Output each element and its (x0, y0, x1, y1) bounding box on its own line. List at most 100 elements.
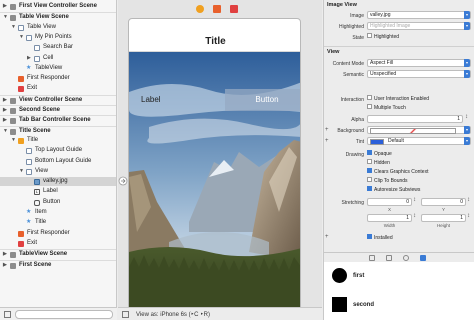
outline-item-title[interactable]: ▼ Title (0, 136, 116, 145)
outline-item-exit[interactable]: Exit (0, 239, 116, 248)
outline-item-table-view-scene[interactable]: ▼ Table View Scene (0, 12, 116, 22)
toggle-panel-icon[interactable] (122, 311, 129, 318)
outline-item-label: Button (43, 198, 61, 205)
disclosure-expanded-icon[interactable]: ▼ (19, 33, 24, 42)
tint-popup[interactable]: Default ▾ (367, 137, 471, 145)
outline-item-tableview[interactable]: ★ TableView (0, 64, 116, 73)
outline-item-first-view-controller-scene[interactable]: ▶ First View Controller Scene (0, 2, 116, 11)
multiple-touch-checkbox[interactable]: Multiple Touch (367, 104, 406, 111)
exit-icon[interactable] (230, 5, 238, 13)
state-highlighted-checkbox[interactable]: Highlighted (367, 33, 399, 40)
view-as-device[interactable]: View as: iPhone 6s (‣C ‣R) (136, 311, 210, 318)
hidden-checkbox[interactable]: Hidden (367, 159, 390, 166)
disclosure-expanded-icon[interactable]: ▼ (3, 13, 8, 22)
outline-item-search-bar[interactable]: Search Bar (0, 43, 116, 52)
view-icon (26, 148, 32, 155)
outline-item-my-pin-points[interactable]: ▼ My Pin Points (0, 33, 116, 42)
label-view[interactable]: Label (141, 95, 161, 104)
disclosure-expanded-icon[interactable]: ▼ (3, 127, 8, 136)
disclosure-expanded-icon[interactable]: ▼ (11, 23, 16, 32)
outline-item-title[interactable]: ★ Title (0, 218, 116, 227)
disclosure-collapsed-icon[interactable]: ▶ (3, 250, 7, 259)
outline-item-tab-bar-controller-scene[interactable]: ▶ Tab Bar Controller Scene (0, 115, 116, 125)
disclosure-collapsed-icon[interactable]: ▶ (3, 96, 7, 105)
outline-item-item[interactable]: ★ Item (0, 208, 116, 217)
scene-resize-handle[interactable] (118, 176, 128, 186)
outline-item-label: Label (43, 188, 58, 195)
outline-item-label: Item (35, 209, 47, 215)
drawing-label: Drawing (345, 152, 364, 158)
scene-view[interactable]: Title Label Button (128, 18, 301, 307)
image-view-icon (34, 179, 40, 186)
disclosure-expanded-icon[interactable]: ▼ (11, 136, 16, 145)
outline-item-button[interactable]: Button (0, 198, 116, 207)
outline-item-label: Bottom Layout Guide (35, 157, 92, 164)
library-item-first[interactable]: first (324, 262, 474, 291)
highlighted-image-popup[interactable]: Highlighted Image ▾ (367, 22, 471, 30)
outline-item-title-scene[interactable]: ▼ Title Scene (0, 125, 116, 136)
content-mode-label: Content Mode (332, 61, 364, 67)
outline-item-label: Title (35, 219, 47, 226)
library-item-second[interactable]: second (324, 291, 474, 320)
clip-bounds-checkbox[interactable]: Clip To Bounds (367, 177, 408, 184)
stepper-icon[interactable]: ↕ (467, 197, 470, 203)
disclosure-collapsed-icon[interactable]: ▶ (3, 2, 7, 11)
outline-item-label[interactable]: L Label (0, 187, 116, 196)
code-snippet-tab-icon[interactable] (386, 255, 392, 261)
outline-item-view-controller-scene[interactable]: ▶ View Controller Scene (0, 94, 116, 105)
installed-checkbox[interactable]: Installed (367, 234, 393, 241)
content-mode-popup[interactable]: Aspect Fill ▾ (367, 59, 471, 67)
view-controller-icon[interactable] (196, 5, 204, 13)
clears-context-checkbox[interactable]: Clears Graphics Context (367, 168, 428, 175)
disclosure-collapsed-icon[interactable]: ▶ (3, 261, 7, 270)
alpha-field[interactable]: 1 (367, 115, 463, 123)
outline-item-tableview-scene[interactable]: ▶ TableView Scene (0, 249, 116, 259)
outline-filter-field[interactable] (15, 310, 113, 319)
disclosure-collapsed-icon[interactable]: ▶ (3, 106, 7, 115)
image-popup[interactable]: valley.jpg ▾ (367, 11, 471, 19)
background-color-popup[interactable]: ▾ (367, 126, 471, 134)
media-library-tab-icon[interactable] (420, 255, 426, 261)
storyboard-canvas[interactable]: Title Label Button (118, 0, 322, 307)
stretch-height-field[interactable]: 1 (421, 214, 466, 222)
semantic-popup[interactable]: Unspecified ▾ (367, 70, 471, 78)
outline-item-bottom-layout-guide[interactable]: Bottom Layout Guide (0, 157, 116, 166)
outline-item-top-layout-guide[interactable]: Top Layout Guide (0, 146, 116, 155)
outline-item-exit[interactable]: Exit (0, 84, 116, 93)
outline-item-valley-jpg[interactable]: valley.jpg (0, 177, 116, 187)
nav-title[interactable]: Title (129, 36, 300, 47)
autoresize-checkbox[interactable]: Autoresize Subviews (367, 186, 420, 193)
outline-item-first-scene[interactable]: ▶ First Scene (0, 259, 116, 270)
outline-item-view[interactable]: ▼ View (0, 167, 116, 176)
disclosure-collapsed-icon[interactable]: ▶ (3, 116, 7, 125)
object-library-tab-icon[interactable] (403, 255, 409, 261)
outline-item-label: Tab Bar Controller Scene (19, 117, 91, 124)
outline-item-label: First Responder (27, 229, 70, 236)
disclosure-collapsed-icon[interactable]: ▶ (27, 54, 31, 63)
toggle-outline-icon[interactable] (4, 311, 11, 318)
add-variation-icon[interactable]: + (325, 234, 329, 240)
button-view[interactable]: Button (225, 89, 300, 111)
disclosure-expanded-icon[interactable]: ▼ (19, 167, 24, 176)
file-template-tab-icon[interactable] (369, 255, 375, 261)
stepper-icon[interactable]: ↕ (413, 213, 416, 219)
outline-item-first-responder[interactable]: First Responder (0, 229, 116, 238)
first-responder-icon[interactable] (213, 5, 221, 13)
stepper-icon[interactable]: ↕ (467, 213, 470, 219)
tint-label: Tint (355, 139, 364, 145)
outline-item-second-scene[interactable]: ▶ Second Scene (0, 105, 116, 115)
image-view-section-title: Image View (327, 2, 357, 8)
stretch-width-field[interactable]: 1 (367, 214, 412, 222)
user-interaction-checkbox[interactable]: User Interaction Enabled (367, 95, 429, 102)
stretch-y-field[interactable]: 0 (421, 198, 466, 206)
outline-item-cell[interactable]: ▶ Cell (0, 54, 116, 63)
opaque-checkbox[interactable]: Opaque (367, 150, 392, 157)
button-icon (34, 199, 40, 206)
stretch-x-field[interactable]: 0 (367, 198, 412, 206)
stepper-icon[interactable]: ↕ (413, 197, 416, 203)
navigation-bar[interactable]: Title (129, 19, 300, 52)
outline-item-first-responder[interactable]: First Responder (0, 74, 116, 83)
stepper-icon[interactable]: ↕ (465, 114, 468, 120)
outline-item-table-view[interactable]: ▼ Table View (0, 23, 116, 32)
outline-item-label: TableView Scene (19, 251, 68, 258)
